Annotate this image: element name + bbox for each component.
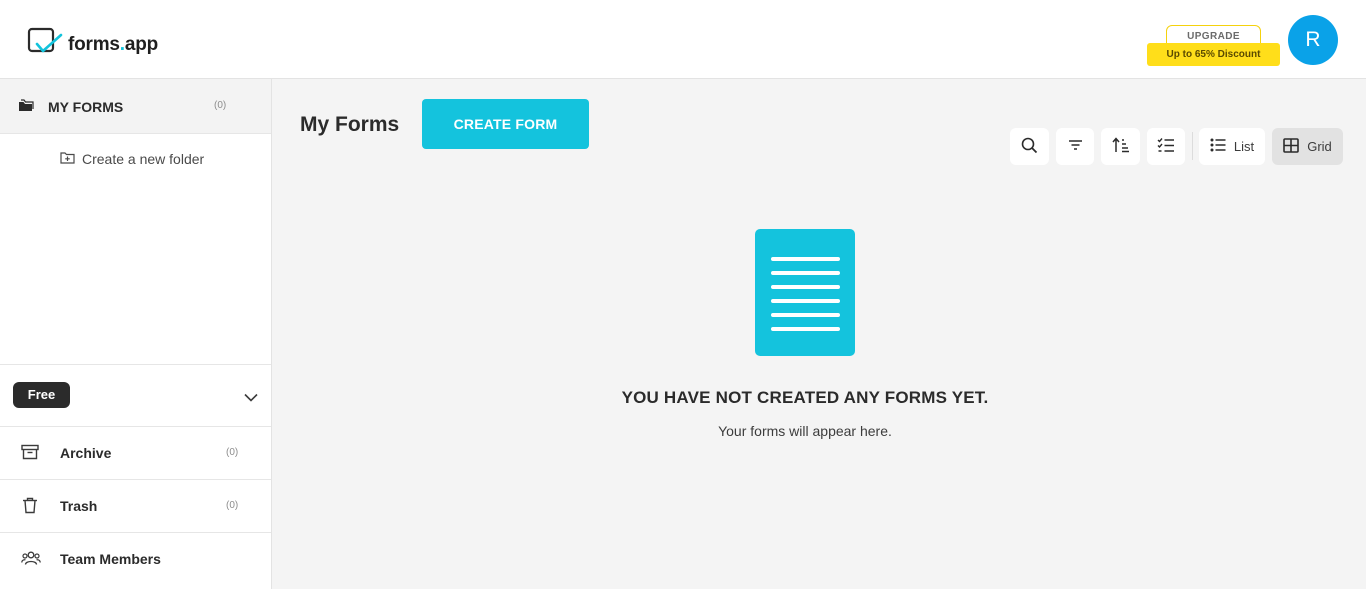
logo-text: forms.app <box>68 33 159 55</box>
list-icon <box>1210 138 1226 155</box>
sidebar-item-archive[interactable]: Archive (0) <box>0 427 271 480</box>
plan-badge: Free <box>13 382 70 408</box>
create-folder-button[interactable]: Create a new folder <box>60 151 204 167</box>
sidebar-item-team-members[interactable]: Team Members <box>0 533 271 586</box>
empty-state-subtitle: Your forms will appear here. <box>718 423 892 439</box>
sidebar-item-trash[interactable]: Trash (0) <box>0 480 271 533</box>
forms-app-logo[interactable]: forms.app <box>27 27 158 62</box>
grid-view-label: Grid <box>1307 139 1332 154</box>
main-content: My Forms CREATE FORM List Grid YOU HAVE … <box>272 79 1366 589</box>
toolbar-divider <box>1192 132 1193 160</box>
logo-icon <box>27 27 64 62</box>
trash-label: Trash <box>60 498 98 514</box>
my-forms-label: MY FORMS <box>48 99 124 115</box>
archive-label: Archive <box>60 445 112 461</box>
sort-icon <box>1111 137 1130 156</box>
upgrade-banner[interactable]: UPGRADE Up to 65% Discount <box>1147 25 1280 66</box>
trash-count: (0) <box>226 500 239 511</box>
filter-button[interactable] <box>1056 128 1094 165</box>
grid-view-button[interactable]: Grid <box>1272 128 1343 165</box>
search-icon <box>1021 137 1038 157</box>
my-forms-count: (0) <box>214 100 227 111</box>
filter-icon <box>1068 139 1083 154</box>
archive-count: (0) <box>226 447 239 458</box>
search-button[interactable] <box>1010 128 1049 165</box>
add-folder-icon <box>60 151 75 167</box>
top-header: forms.app UPGRADE Up to 65% Discount R <box>0 0 1366 79</box>
checklist-icon <box>1157 137 1175 156</box>
folder-icon <box>18 99 34 118</box>
chevron-down-icon <box>244 389 258 407</box>
list-view-button[interactable]: List <box>1199 128 1265 165</box>
team-icon <box>21 550 41 571</box>
create-folder-label: Create a new folder <box>82 151 205 167</box>
sidebar-item-my-forms[interactable]: MY FORMS (0) <box>0 79 271 134</box>
team-members-label: Team Members <box>60 551 161 567</box>
page-title: My Forms <box>300 113 400 136</box>
avatar[interactable]: R <box>1288 15 1338 65</box>
select-button[interactable] <box>1147 128 1185 165</box>
archive-icon <box>21 444 39 465</box>
sort-button[interactable] <box>1101 128 1140 165</box>
plan-selector[interactable]: Free <box>0 364 271 427</box>
list-view-label: List <box>1233 139 1255 154</box>
empty-document-icon <box>755 229 855 356</box>
upgrade-discount: Up to 65% Discount <box>1147 43 1280 66</box>
grid-icon <box>1283 137 1300 156</box>
trash-icon <box>21 497 39 519</box>
empty-state-title: YOU HAVE NOT CREATED ANY FORMS YET. <box>621 388 989 407</box>
sidebar: MY FORMS (0) Create a new folder Free Ar… <box>0 79 272 589</box>
create-form-button[interactable]: CREATE FORM <box>422 99 589 149</box>
